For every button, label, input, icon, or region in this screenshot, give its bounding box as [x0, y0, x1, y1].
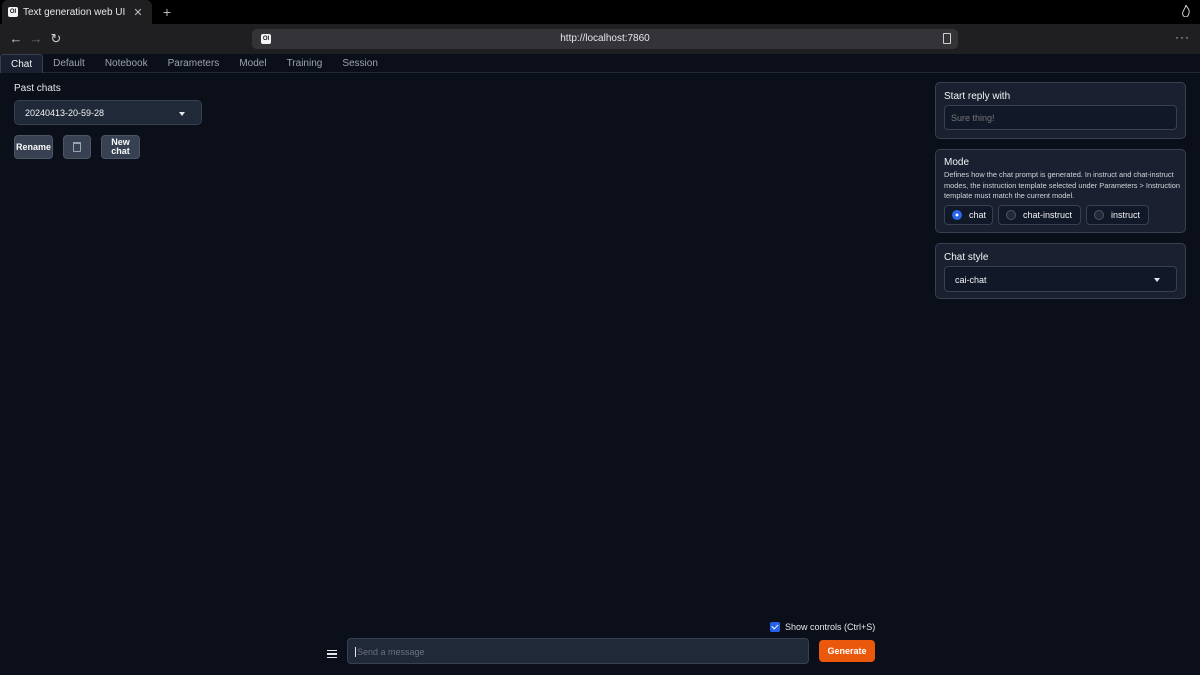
new-chat-label-line2: chat [111, 146, 130, 156]
past-chats-label: Past chats [14, 83, 61, 94]
checkbox-checked-icon[interactable] [770, 622, 780, 632]
chat-style-card: Chat style cai-chat [935, 243, 1186, 299]
flame-icon [1182, 5, 1190, 17]
start-reply-title: Start reply with [944, 91, 1011, 102]
hamburger-menu-icon[interactable] [327, 650, 337, 658]
show-controls-label: Show controls (Ctrl+S) [785, 622, 876, 632]
message-placeholder: Send a message [355, 647, 425, 657]
bookmark-icon[interactable] [943, 33, 951, 44]
browser-tab[interactable]: OI Text generation web UI ✕ [2, 0, 152, 24]
url-text[interactable]: http://localhost:7860 [252, 33, 958, 44]
show-controls-toggle[interactable]: Show controls (Ctrl+S) [770, 622, 875, 632]
delete-chat-button[interactable] [63, 135, 91, 159]
mode-option-label: chat-instruct [1023, 210, 1073, 220]
new-tab-icon[interactable]: + [160, 4, 174, 20]
tab-default[interactable]: Default [43, 54, 95, 73]
radio-unchecked-icon [1006, 210, 1016, 220]
tab-training[interactable]: Training [277, 54, 333, 73]
mode-card: Mode Defines how the chat prompt is gene… [935, 149, 1186, 233]
trash-icon [73, 142, 81, 152]
start-reply-input[interactable] [944, 105, 1177, 130]
app-tab-bar: Chat Default Notebook Parameters Model T… [0, 54, 1200, 73]
chat-style-dropdown[interactable]: cai-chat [944, 266, 1177, 292]
radio-checked-icon [952, 210, 962, 220]
chat-style-title: Chat style [944, 252, 989, 263]
address-bar[interactable]: OI http://localhost:7860 [252, 29, 958, 49]
message-input[interactable]: Send a message [347, 638, 809, 664]
new-chat-button[interactable]: New chat [101, 135, 140, 159]
mode-title: Mode [944, 157, 970, 168]
close-tab-icon[interactable]: ✕ [132, 6, 144, 19]
chevron-down-icon [1154, 278, 1160, 282]
radio-unchecked-icon [1094, 210, 1104, 220]
reload-icon[interactable]: ↻ [48, 31, 64, 47]
mode-option-instruct[interactable]: instruct [1086, 205, 1149, 225]
tab-session[interactable]: Session [332, 54, 388, 73]
mode-description: Defines how the chat prompt is generated… [944, 170, 1181, 200]
mode-option-label: instruct [1111, 210, 1141, 220]
chat-style-value: cai-chat [955, 275, 987, 285]
browser-tab-strip: OI Text generation web UI ✕ + [0, 0, 1200, 24]
forward-arrow-icon[interactable]: → [28, 31, 44, 47]
rename-button-label: Rename [15, 141, 51, 152]
mode-option-label: chat [969, 210, 987, 220]
tab-parameters[interactable]: Parameters [158, 54, 230, 73]
browser-menu-icon[interactable]: ··· [1175, 31, 1190, 43]
generate-button[interactable]: Generate [819, 640, 875, 662]
chevron-down-icon [179, 112, 185, 116]
back-arrow-icon[interactable]: ← [8, 31, 24, 47]
mode-option-chat-instruct[interactable]: chat-instruct [998, 205, 1081, 225]
selected-chat-value: 20240413-20-59-28 [25, 108, 105, 118]
favicon-icon: OI [8, 7, 18, 17]
browser-tab-title: Text generation web UI [23, 6, 126, 18]
mode-option-chat[interactable]: chat [944, 205, 993, 225]
start-reply-card: Start reply with [935, 82, 1186, 139]
rename-button[interactable]: Rename [14, 135, 53, 159]
browser-navbar: ← → ↻ OI http://localhost:7860 ··· [0, 24, 1200, 54]
tab-model[interactable]: Model [229, 54, 276, 73]
past-chats-dropdown[interactable]: 20240413-20-59-28 [14, 100, 202, 125]
tab-chat[interactable]: Chat [0, 54, 44, 73]
tab-notebook[interactable]: Notebook [95, 54, 158, 73]
